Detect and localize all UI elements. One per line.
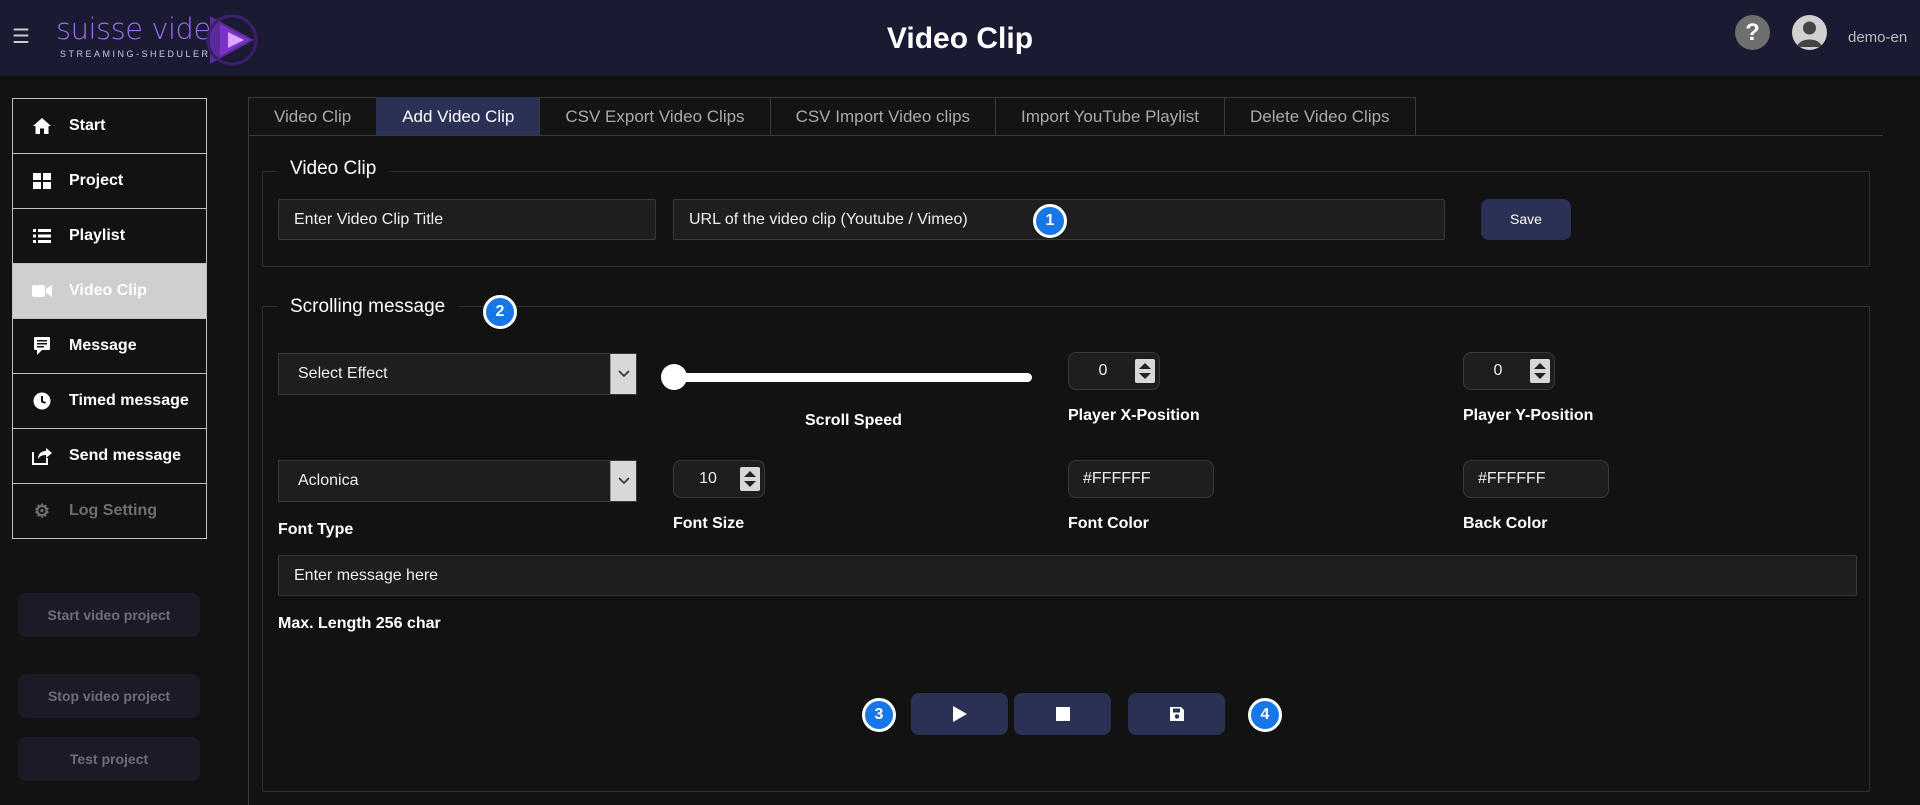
home-icon <box>31 117 53 135</box>
tab-video-clip[interactable]: Video Clip <box>248 97 377 136</box>
font-type-select[interactable]: Aclonica <box>278 460 637 502</box>
stepper-arrows-icon[interactable] <box>1530 359 1550 383</box>
clock-icon <box>31 392 53 410</box>
sidebar-item-label: Message <box>69 337 137 354</box>
share-icon <box>31 447 53 465</box>
video-camera-icon <box>31 282 53 300</box>
sidebar-item-project[interactable]: Project <box>12 153 207 209</box>
play-button[interactable] <box>911 693 1008 735</box>
tab-bar: Video Clip Add Video Clip CSV Export Vid… <box>248 97 1416 136</box>
test-project-button[interactable]: Test project <box>18 737 200 781</box>
badge-4: 4 <box>1248 698 1282 732</box>
tab-csv-export[interactable]: CSV Export Video Clips <box>539 97 770 136</box>
effect-select-value: Select Effect <box>298 365 388 382</box>
top-header: ☰ suisse video STREAMING-SHEDULER Video … <box>0 0 1920 76</box>
page-title: Video Clip <box>886 22 1034 55</box>
scroll-speed-label: Scroll Speed <box>805 412 902 429</box>
cogs-icon: ⚙ <box>33 500 51 521</box>
list-icon <box>31 227 53 245</box>
badge-2: 2 <box>483 295 517 329</box>
sidebar: Start Project Playlist Video Clip Messag… <box>12 98 207 539</box>
save-message-button[interactable] <box>1128 693 1225 735</box>
player-x-stepper[interactable]: 0 <box>1068 352 1160 390</box>
video-clip-title-input[interactable] <box>278 199 656 240</box>
start-video-project-button[interactable]: Start video project <box>18 593 200 637</box>
font-size-stepper[interactable]: 10 <box>673 460 765 498</box>
tab-delete-video-clips[interactable]: Delete Video Clips <box>1224 97 1416 136</box>
font-size-label: Font Size <box>673 515 745 532</box>
tab-import-youtube-playlist[interactable]: Import YouTube Playlist <box>995 97 1225 136</box>
sidebar-item-label: Project <box>69 172 124 189</box>
sidebar-item-playlist[interactable]: Playlist <box>12 208 207 264</box>
font-color-input[interactable]: #FFFFFF <box>1068 460 1214 498</box>
scroll-speed-track[interactable] <box>670 373 1032 382</box>
floppy-save-icon <box>1169 707 1184 721</box>
font-type-value: Aclonica <box>298 472 359 489</box>
player-y-label: Player Y-Position <box>1463 407 1594 424</box>
effect-select[interactable]: Select Effect <box>278 353 637 395</box>
sidebar-item-video-clip[interactable]: Video Clip <box>12 263 207 319</box>
player-x-value: 0 <box>1098 362 1108 379</box>
stepper-arrows-icon[interactable] <box>1135 359 1155 383</box>
avatar-icon[interactable] <box>1792 15 1827 50</box>
message-input[interactable] <box>278 555 1857 596</box>
user-name[interactable]: demo-en <box>1848 29 1907 46</box>
sidebar-item-label: Start <box>69 117 106 134</box>
tab-add-video-clip[interactable]: Add Video Clip <box>376 97 540 136</box>
tab-csv-import[interactable]: CSV Import Video clips <box>769 97 996 136</box>
message-icon <box>31 337 53 355</box>
sidebar-item-label: Video Clip <box>69 282 147 299</box>
sidebar-item-send-message[interactable]: Send message <box>12 428 207 484</box>
max-length-label: Max. Length 256 char <box>278 615 441 632</box>
play-icon <box>952 706 967 722</box>
player-x-label: Player X-Position <box>1068 407 1200 424</box>
sidebar-item-label: Log Setting <box>69 502 157 519</box>
help-icon[interactable]: ? <box>1735 15 1770 50</box>
stop-icon <box>1055 707 1070 721</box>
font-color-label: Font Color <box>1068 515 1149 532</box>
content-border <box>248 135 249 805</box>
stop-video-project-button[interactable]: Stop video project <box>18 674 200 718</box>
content-divider <box>248 135 1883 136</box>
stop-button[interactable] <box>1014 693 1111 735</box>
sidebar-item-label: Send message <box>69 447 182 464</box>
chevron-down-icon[interactable] <box>610 461 636 501</box>
video-clip-legend: Video Clip <box>277 158 390 180</box>
sidebar-item-label: Timed message <box>69 392 189 409</box>
player-y-value: 0 <box>1493 362 1503 379</box>
sidebar-item-message[interactable]: Message <box>12 318 207 374</box>
scrolling-message-legend: Scrolling message <box>277 296 459 318</box>
badge-3: 3 <box>862 698 896 732</box>
badge-1: 1 <box>1033 204 1067 238</box>
font-size-value: 10 <box>699 470 717 487</box>
sidebar-item-start[interactable]: Start <box>12 98 207 154</box>
sidebar-item-timed-message[interactable]: Timed message <box>12 373 207 429</box>
back-color-label: Back Color <box>1463 515 1548 532</box>
sidebar-item-label: Playlist <box>69 227 126 244</box>
grid-icon <box>31 172 53 190</box>
scroll-speed-thumb[interactable] <box>661 364 687 390</box>
chevron-down-icon[interactable] <box>610 354 636 394</box>
save-button[interactable]: Save <box>1481 199 1571 240</box>
font-type-label: Font Type <box>278 521 354 538</box>
stepper-arrows-icon[interactable] <box>740 467 760 491</box>
back-color-input[interactable]: #FFFFFF <box>1463 460 1609 498</box>
sidebar-item-log-setting: ⚙ Log Setting <box>12 483 207 539</box>
player-y-stepper[interactable]: 0 <box>1463 352 1555 390</box>
